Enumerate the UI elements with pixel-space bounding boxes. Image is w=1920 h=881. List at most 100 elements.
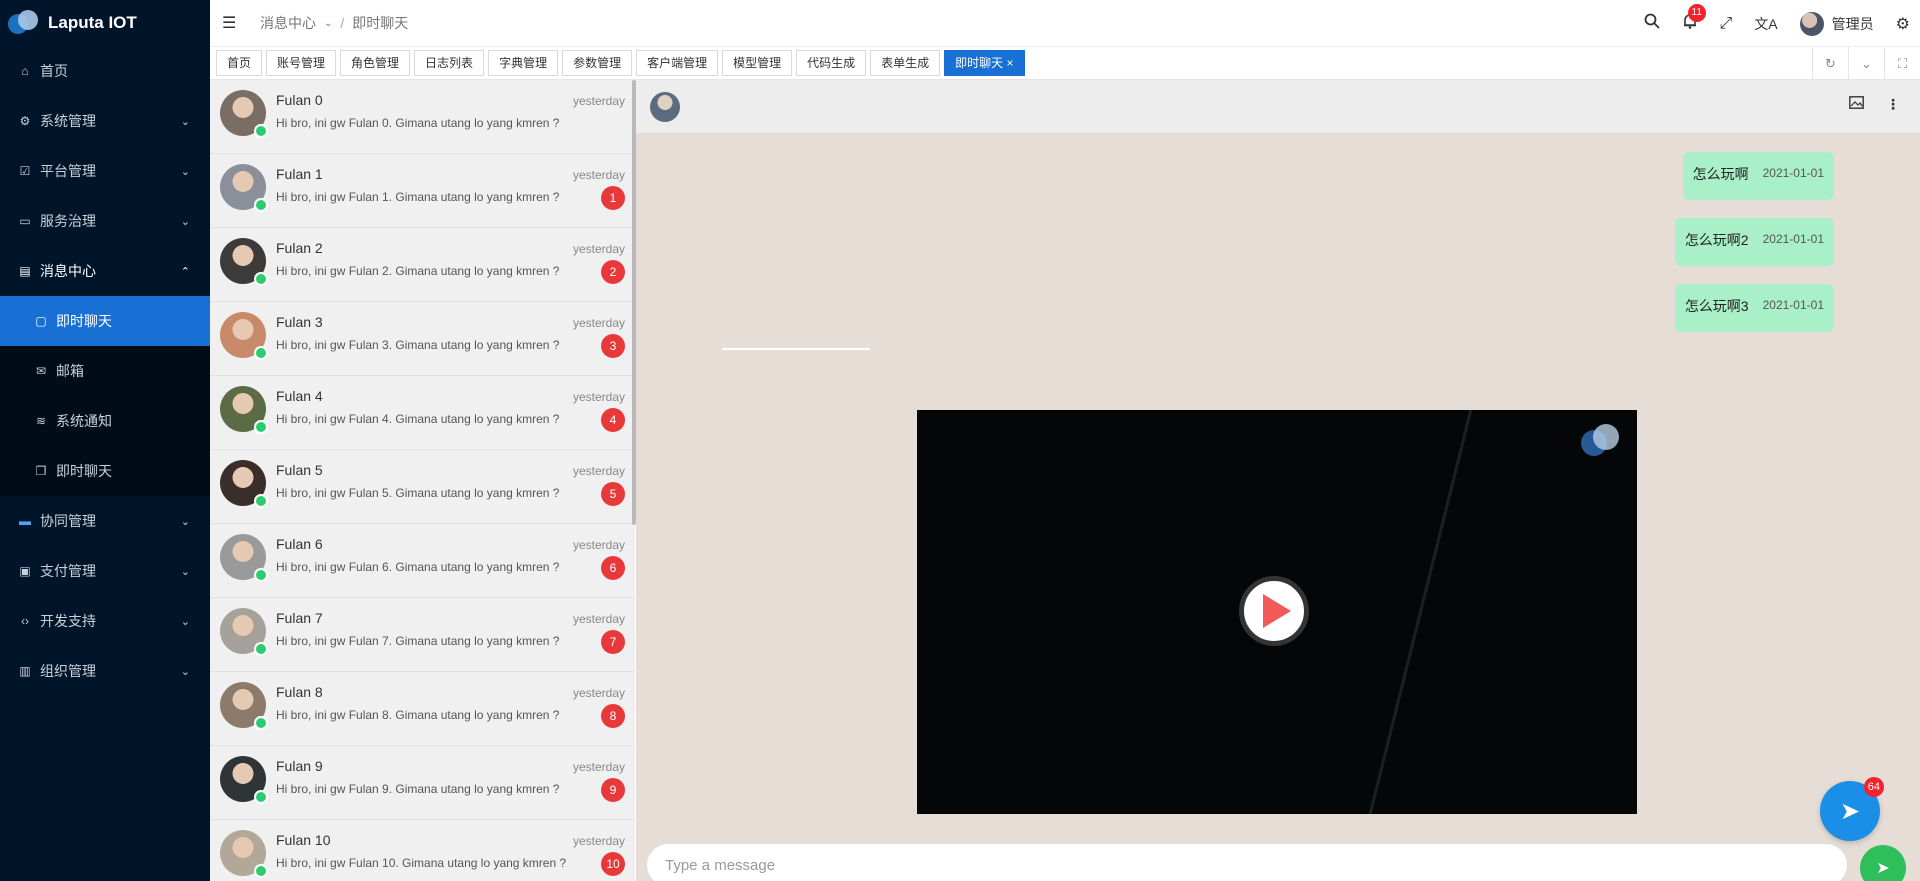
image-icon[interactable] xyxy=(1849,96,1864,113)
breadcrumb: 消息中心 ⌄ / 即时聊天 xyxy=(260,13,408,33)
search-icon[interactable] xyxy=(1644,13,1660,34)
chevron-down-icon: ⌄ xyxy=(180,615,190,628)
submenu-message-center: ▢ 即时聊天 ✉ 邮箱 ≋ 系统通知 ❐ 即时聊天 xyxy=(0,296,210,496)
message-input[interactable] xyxy=(647,844,1847,881)
sidebar-item-dev-support[interactable]: ‹› 开发支持 ⌄ xyxy=(0,596,210,646)
tab-parameters[interactable]: 参数管理 xyxy=(562,50,633,76)
chat-time: yesterday xyxy=(572,760,625,774)
chat-list-item[interactable]: Fulan 10 yesterday Hi bro, ini gw Fulan 10… xyxy=(210,820,635,881)
sidebar-item-instant-chat-2[interactable]: ❐ 即时聊天 xyxy=(0,446,210,496)
chat-list-item[interactable]: Fulan 8 yesterday Hi bro, ini gw Fulan 8. … xyxy=(210,672,635,746)
online-status-icon xyxy=(254,198,268,212)
avatar xyxy=(220,460,268,508)
sidebar-item-platform[interactable]: ☑ 平台管理 ⌄ xyxy=(0,146,210,196)
monitor-icon: ▭ xyxy=(19,214,31,228)
tab-clients[interactable]: 客户端管理 xyxy=(636,50,719,76)
sidebar-item-notifications[interactable]: ≋ 系统通知 xyxy=(0,396,210,446)
sidebar-item-message-center[interactable]: ▤ 消息中心 ⌃ xyxy=(0,246,210,296)
menu-fold-icon[interactable]: ☰ xyxy=(222,13,240,33)
chevron-down-icon: ⌄ xyxy=(180,115,190,128)
tab-roles[interactable]: 角色管理 xyxy=(340,50,411,76)
gear-icon: ⚙ xyxy=(19,114,31,128)
breadcrumb-item: 即时聊天 xyxy=(352,15,409,31)
chat-name: Fulan 6 xyxy=(276,536,323,552)
translate-icon[interactable]: 文A xyxy=(1754,14,1777,34)
card-icon: ▬ xyxy=(19,514,31,528)
chat-list-item[interactable]: Fulan 6 yesterday Hi bro, ini gw Fulan 6. … xyxy=(210,524,635,598)
chat-list-item[interactable]: Fulan 1 yesterday Hi bro, ini gw Fulan 1. … xyxy=(210,154,635,228)
send-fab-button[interactable]: ➤ 64 xyxy=(1820,777,1884,841)
message-bubble: 怎么玩啊 2021-01-01 xyxy=(1682,152,1834,200)
payment-icon: ▣ xyxy=(19,564,31,578)
tab-codegen[interactable]: 代码生成 xyxy=(796,50,867,76)
chat-list-item[interactable]: Fulan 2 yesterday Hi bro, ini gw Fulan 2. … xyxy=(210,228,635,302)
sidebar-item-service[interactable]: ▭ 服务治理 ⌄ xyxy=(0,196,210,246)
app-title: Laputa IOT xyxy=(48,13,137,32)
chat-list-item[interactable]: Fulan 5 yesterday Hi bro, ini gw Fulan 5. … xyxy=(210,450,635,524)
more-vertical-icon[interactable]: ⋮ xyxy=(1886,96,1900,113)
chevron-down-icon[interactable]: ⌄ xyxy=(1848,47,1884,80)
chat-name: Fulan 4 xyxy=(276,388,323,404)
tab-logs[interactable]: 日志列表 xyxy=(414,50,485,76)
chat-preview: Hi bro, ini gw Fulan 6. Gimana utang lo … xyxy=(276,560,560,574)
chat-name: Fulan 9 xyxy=(276,758,323,774)
logo[interactable]: Laputa IOT xyxy=(0,0,210,46)
chat-list-item[interactable]: Fulan 0 yesterday Hi bro, ini gw Fulan 0. … xyxy=(210,80,635,154)
conversation-panel: ⋮ 怎么玩啊 2021-01-01 怎么玩啊2 2021-01-01 怎么玩啊3… xyxy=(636,80,1920,881)
chat-list-item[interactable]: Fulan 7 yesterday Hi bro, ini gw Fulan 7. … xyxy=(210,598,635,672)
sidebar-item-label: 服务治理 xyxy=(40,213,96,229)
avatar xyxy=(220,386,268,434)
notification-badge: 11 xyxy=(1687,4,1706,22)
sidebar-item-label: 首页 xyxy=(40,63,68,79)
chat-name: Fulan 2 xyxy=(276,240,323,256)
chat-time: yesterday xyxy=(572,686,625,700)
sidebar-item-collaboration[interactable]: ▬ 协同管理 ⌄ xyxy=(0,496,210,546)
avatar xyxy=(220,682,268,730)
refresh-icon[interactable]: ↻ xyxy=(1812,47,1848,80)
avatar[interactable] xyxy=(650,92,680,122)
tab-instant-chat[interactable]: 即时聊天 × xyxy=(944,50,1025,76)
maximize-icon[interactable]: ⛶ xyxy=(1884,47,1920,80)
tab-accounts[interactable]: 账号管理 xyxy=(266,50,337,76)
sidebar-item-instant-chat[interactable]: ▢ 即时聊天 xyxy=(0,296,210,346)
send-button[interactable]: ➤ xyxy=(1860,845,1906,881)
chat-list-item[interactable]: Fulan 9 yesterday Hi bro, ini gw Fulan 9. … xyxy=(210,746,635,820)
avatar xyxy=(220,830,268,878)
chat-list-item[interactable]: Fulan 3 yesterday Hi bro, ini gw Fulan 3. … xyxy=(210,302,635,376)
building-icon: ▥ xyxy=(19,664,31,678)
header: ☰ 消息中心 ⌄ / 即时聊天 11 ⤢ 文A 管理员 ⚙ xyxy=(210,0,1920,47)
breadcrumb-item[interactable]: 消息中心 xyxy=(260,13,316,33)
sidebar-item-label: 系统通知 xyxy=(56,413,112,429)
sidebar-item-organization[interactable]: ▥ 组织管理 ⌄ xyxy=(0,646,210,696)
sidebar-item-label: 开发支持 xyxy=(40,613,96,629)
play-icon xyxy=(1263,594,1291,628)
tab-home[interactable]: 首页 xyxy=(216,50,263,76)
video-player[interactable] xyxy=(917,410,1637,814)
user-menu[interactable]: 管理员 xyxy=(1799,11,1874,36)
bell-icon[interactable]: 11 xyxy=(1682,4,1706,34)
fab-badge: 64 xyxy=(1863,777,1884,797)
chat-preview: Hi bro, ini gw Fulan 10. Gimana utang lo… xyxy=(276,856,567,870)
sidebar-item-home[interactable]: ⌂ 首页 xyxy=(0,46,210,96)
chat-name: Fulan 0 xyxy=(276,92,323,108)
sidebar-item-payment[interactable]: ▣ 支付管理 ⌄ xyxy=(0,546,210,596)
sidebar-item-mailbox[interactable]: ✉ 邮箱 xyxy=(0,346,210,396)
settings-gear-icon[interactable]: ⚙ xyxy=(1896,14,1910,34)
chat-preview: Hi bro, ini gw Fulan 4. Gimana utang lo … xyxy=(276,412,560,426)
chat-time: yesterday xyxy=(572,390,625,404)
notification-icon: ≋ xyxy=(35,414,47,428)
chevron-up-icon: ⌃ xyxy=(180,265,190,278)
tab-dictionary[interactable]: 字典管理 xyxy=(488,50,559,76)
tab-models[interactable]: 模型管理 xyxy=(722,50,793,76)
chat-list-item[interactable]: Fulan 4 yesterday Hi bro, ini gw Fulan 4. … xyxy=(210,376,635,450)
message-bubble: 怎么玩啊3 2021-01-01 xyxy=(1674,284,1834,332)
chat-name: Fulan 5 xyxy=(276,462,323,478)
fullscreen-icon[interactable]: ⤢ xyxy=(1720,15,1733,33)
chevron-down-icon: ⌄ xyxy=(324,17,333,29)
chat-preview: Hi bro, ini gw Fulan 1. Gimana utang lo … xyxy=(276,190,560,204)
message-composer xyxy=(646,843,1848,881)
online-status-icon xyxy=(254,716,268,730)
play-button[interactable] xyxy=(1239,576,1309,646)
tab-formgen[interactable]: 表单生成 xyxy=(870,50,941,76)
sidebar-item-system[interactable]: ⚙ 系统管理 ⌄ xyxy=(0,96,210,146)
